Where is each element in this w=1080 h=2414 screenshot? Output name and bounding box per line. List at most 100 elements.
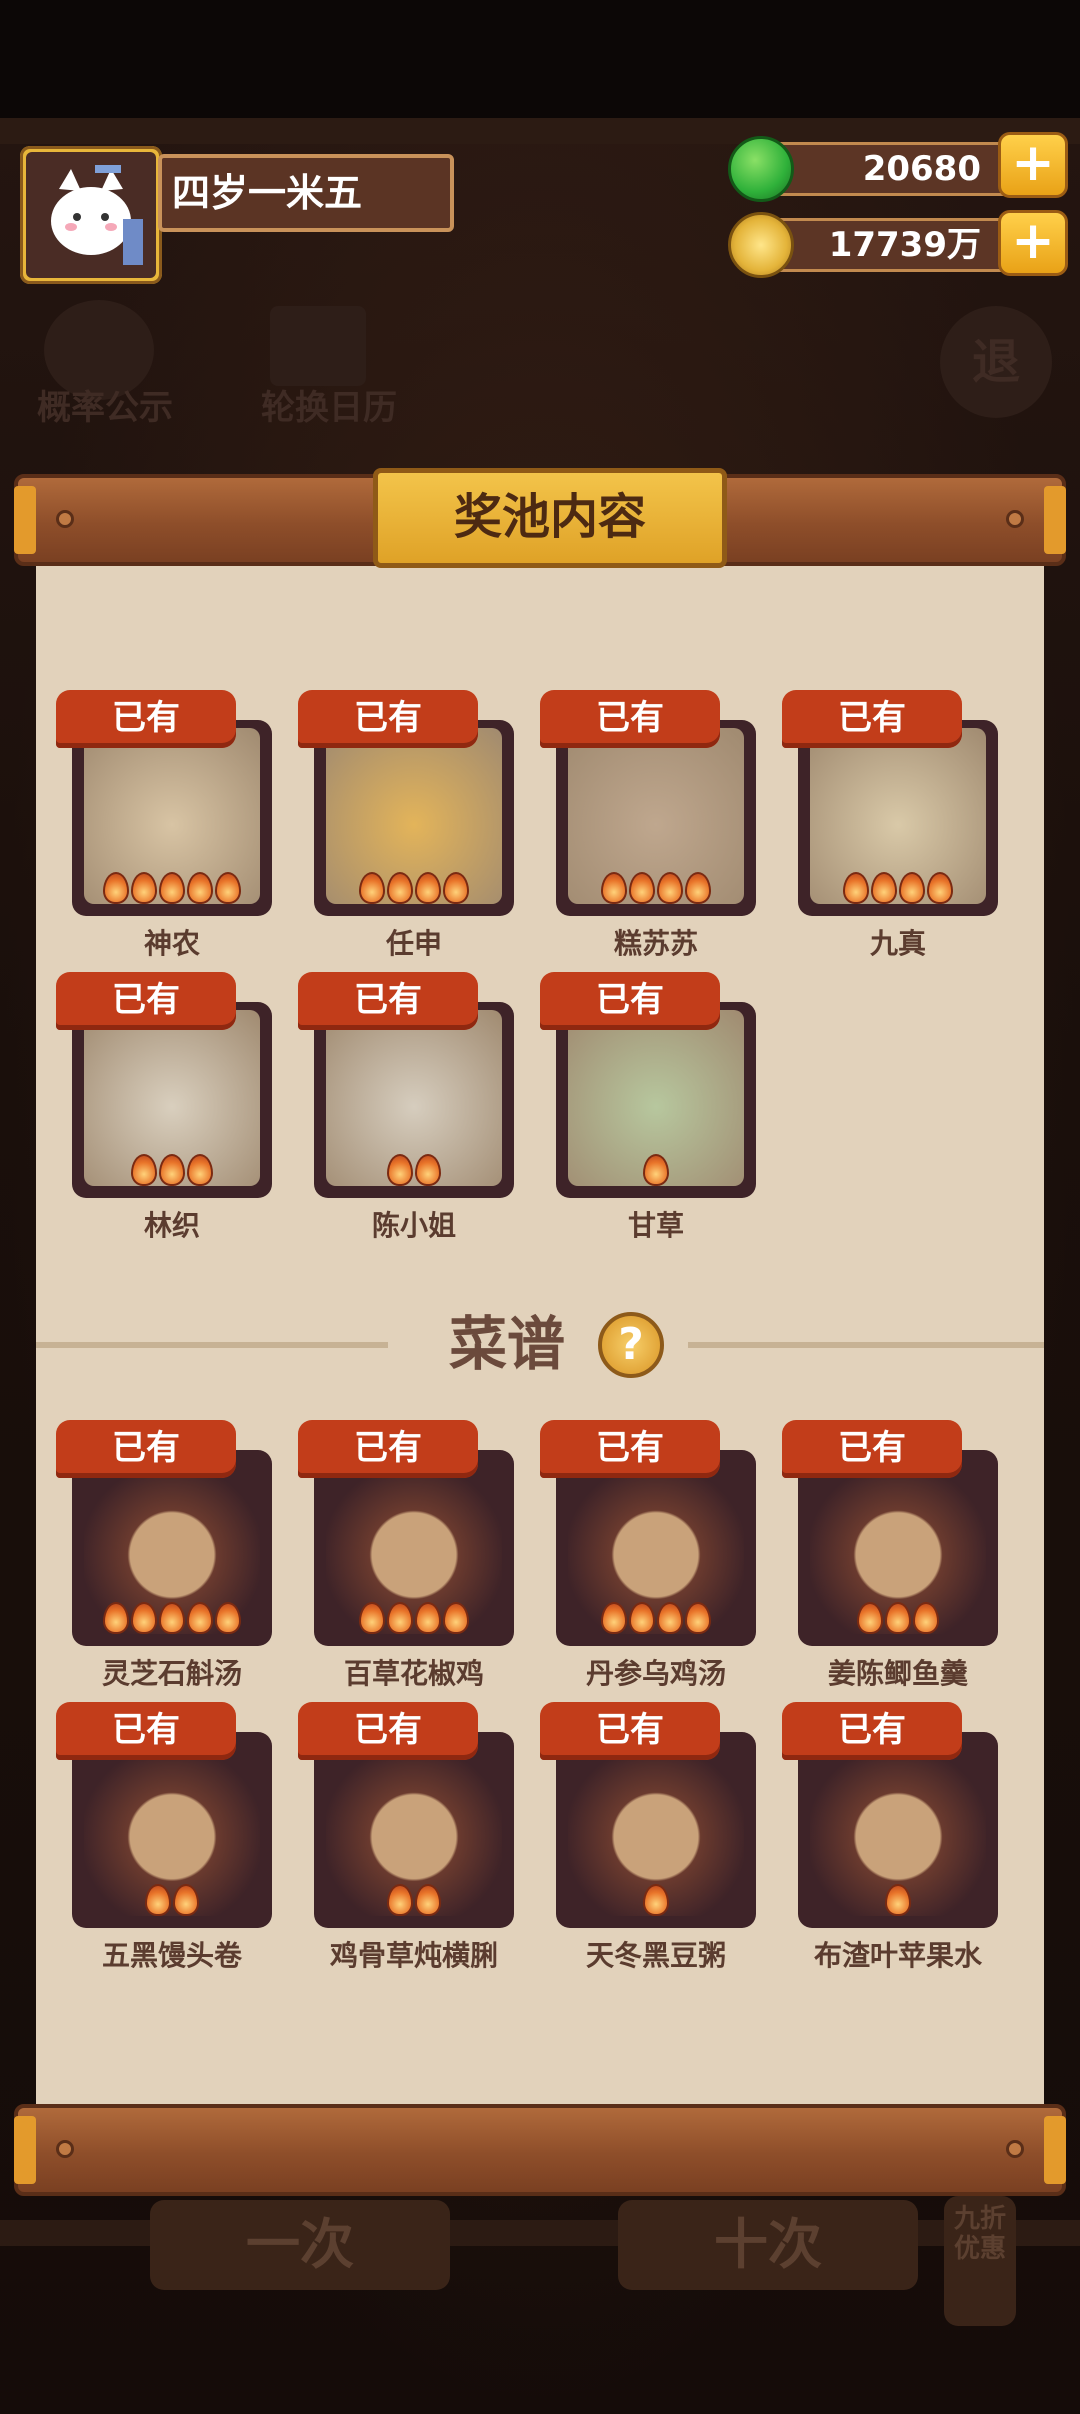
flame-icon bbox=[629, 1602, 655, 1634]
card-name: 百草花椒鸡 bbox=[343, 1657, 484, 1690]
card-name: 林织 bbox=[143, 1209, 200, 1242]
card-name: 鸡骨草炖横脷 bbox=[329, 1939, 498, 1972]
recipe-section-header: 菜谱 ? bbox=[36, 1304, 1044, 1384]
calendar-icon bbox=[270, 306, 366, 386]
card-name: 任申 bbox=[385, 927, 442, 960]
flame-icon bbox=[657, 872, 683, 904]
flame-icon bbox=[359, 1602, 385, 1634]
flame-icon bbox=[215, 1602, 241, 1634]
flame-icon bbox=[913, 1602, 939, 1634]
owned-badge: 已有 bbox=[540, 972, 720, 1030]
card-name: 糕苏苏 bbox=[613, 927, 698, 960]
player-name: 四岁一米五 bbox=[158, 154, 454, 232]
flame-icon bbox=[601, 872, 627, 904]
flame-icon bbox=[159, 872, 185, 904]
help-icon[interactable]: ? bbox=[598, 1312, 664, 1378]
rarity-flames bbox=[72, 1884, 272, 1924]
owned-badge: 已有 bbox=[540, 1702, 720, 1760]
flame-icon bbox=[443, 1602, 469, 1634]
flame-icon bbox=[871, 872, 897, 904]
probability-button[interactable]: 概率公示 bbox=[20, 380, 190, 429]
background-beam bbox=[0, 118, 1080, 144]
flame-icon bbox=[187, 1602, 213, 1634]
card-name: 五黑馒头卷 bbox=[101, 1939, 242, 1972]
flame-icon bbox=[131, 872, 157, 904]
owned-badge: 已有 bbox=[540, 1420, 720, 1478]
flame-icon bbox=[415, 1154, 441, 1186]
owned-badge: 已有 bbox=[298, 690, 478, 748]
flame-icon bbox=[415, 872, 441, 904]
owned-badge: 已有 bbox=[298, 1420, 478, 1478]
owned-badge: 已有 bbox=[540, 690, 720, 748]
flame-icon bbox=[187, 1154, 213, 1186]
rarity-flames bbox=[72, 872, 272, 912]
flame-icon bbox=[103, 872, 129, 904]
flame-icon bbox=[843, 872, 869, 904]
flame-icon bbox=[643, 1154, 669, 1186]
flame-icon bbox=[443, 872, 469, 904]
owned-badge: 已有 bbox=[56, 972, 236, 1030]
rarity-flames bbox=[798, 872, 998, 912]
exit-label: 退 bbox=[971, 334, 1020, 390]
flame-icon bbox=[885, 1602, 911, 1634]
cat-avatar-icon bbox=[35, 159, 147, 271]
exit-button[interactable]: 退 bbox=[940, 306, 1052, 418]
flame-icon bbox=[415, 1884, 441, 1916]
card-name: 神农 bbox=[143, 927, 200, 960]
flame-icon bbox=[387, 872, 413, 904]
card-name: 姜陈鲫鱼羹 bbox=[827, 1657, 968, 1690]
owned-badge: 已有 bbox=[298, 972, 478, 1030]
flame-icon bbox=[359, 872, 385, 904]
owned-badge: 已有 bbox=[298, 1702, 478, 1760]
flame-icon bbox=[657, 1602, 683, 1634]
card-name: 灵芝石斛汤 bbox=[101, 1657, 242, 1690]
owned-badge: 已有 bbox=[782, 1702, 962, 1760]
owned-badge: 已有 bbox=[56, 690, 236, 748]
player-avatar[interactable] bbox=[20, 146, 162, 284]
flame-icon bbox=[685, 1602, 711, 1634]
rarity-flames bbox=[798, 1884, 998, 1924]
rarity-flames bbox=[72, 1602, 272, 1642]
owned-badge: 已有 bbox=[782, 690, 962, 748]
draw-once-button[interactable]: 一次 bbox=[150, 2200, 450, 2290]
panel-title: 奖池内容 bbox=[373, 468, 727, 568]
coin-icon bbox=[728, 212, 794, 278]
owned-badge: 已有 bbox=[56, 1420, 236, 1478]
owned-badge: 已有 bbox=[782, 1420, 962, 1478]
flame-icon bbox=[415, 1602, 441, 1634]
discount-badge: 九折优惠 bbox=[944, 2196, 1016, 2326]
flame-icon bbox=[643, 1884, 669, 1916]
add-jade-button[interactable]: + bbox=[998, 132, 1068, 198]
flame-icon bbox=[103, 1602, 129, 1634]
rarity-flames bbox=[314, 1884, 514, 1924]
flame-icon bbox=[131, 1602, 157, 1634]
card-name: 天冬黑豆粥 bbox=[585, 1939, 726, 1972]
add-coins-button[interactable]: + bbox=[998, 210, 1068, 276]
flame-icon bbox=[387, 1154, 413, 1186]
flame-icon bbox=[685, 872, 711, 904]
rarity-flames bbox=[314, 1154, 514, 1194]
recipe-section-title: 菜谱 bbox=[448, 1310, 565, 1378]
card-name: 甘草 bbox=[627, 1209, 684, 1242]
card-name: 布渣叶苹果水 bbox=[813, 1939, 982, 1972]
rotation-calendar-button[interactable]: 轮换日历 bbox=[244, 380, 414, 429]
card-name: 丹参乌鸡汤 bbox=[585, 1657, 726, 1690]
flame-icon bbox=[899, 872, 925, 904]
flame-icon bbox=[387, 1602, 413, 1634]
flame-icon bbox=[387, 1884, 413, 1916]
flame-icon bbox=[173, 1884, 199, 1916]
card-name: 九真 bbox=[869, 927, 926, 960]
card-name: 陈小姐 bbox=[371, 1209, 456, 1242]
rarity-flames bbox=[314, 872, 514, 912]
flame-icon bbox=[159, 1154, 185, 1186]
flame-icon bbox=[885, 1884, 911, 1916]
draw-ten-button[interactable]: 十次 bbox=[618, 2200, 918, 2290]
flame-icon bbox=[187, 872, 213, 904]
flame-icon bbox=[145, 1884, 171, 1916]
owned-badge: 已有 bbox=[56, 1702, 236, 1760]
flame-icon bbox=[215, 872, 241, 904]
rarity-flames bbox=[556, 1602, 756, 1642]
scroll-bottom-roller bbox=[14, 2104, 1066, 2196]
flame-icon bbox=[601, 1602, 627, 1634]
rarity-flames bbox=[314, 1602, 514, 1642]
